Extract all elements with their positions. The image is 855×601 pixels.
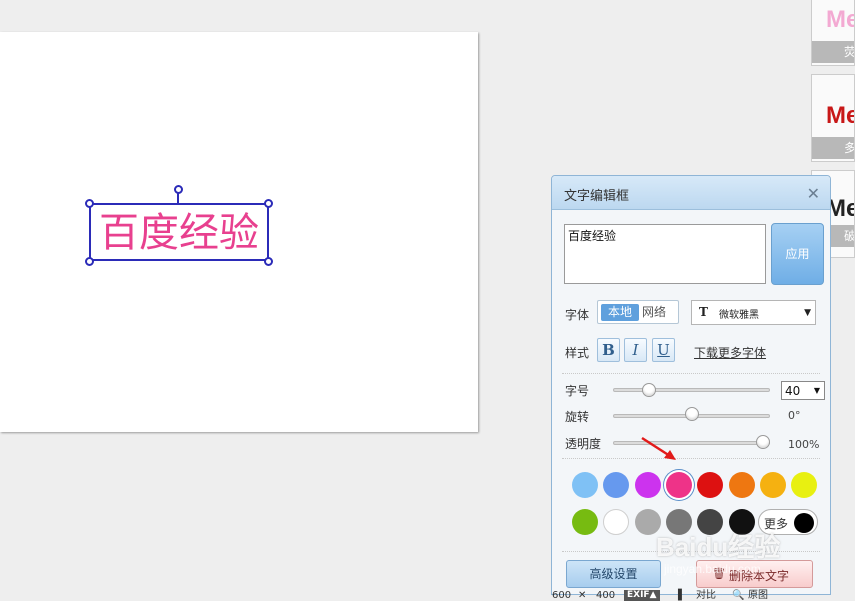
download-fonts-link[interactable]: 下载更多字体 [694,344,766,361]
size-label: 字号 [565,384,590,398]
font-icon: T [699,305,708,319]
font-source-local[interactable]: 本地 [601,304,639,321]
text-object-content: 百度经验 [99,210,259,256]
color-swatch[interactable] [603,472,630,498]
exif-button[interactable]: EXIF▲ [624,590,660,601]
style-card-label: 荧 [812,41,854,63]
style-card-label: 多 [812,137,854,159]
resize-handle-bottom-right[interactable] [264,257,273,266]
font-source-toggle: 本地 网络 [597,300,679,324]
style-card-glow[interactable]: Me 荧 [811,0,855,66]
color-swatch[interactable] [572,509,598,535]
font-family-select[interactable]: T 微软雅黑 ▼ [691,300,816,325]
color-swatch[interactable] [634,472,661,498]
status-bar: 600 ✕ 400 EXIF▲ ▌ 对比 🔍 原图 [552,590,852,601]
resize-handle-top-right[interactable] [264,199,273,208]
advanced-settings-button[interactable]: 高级设置 [566,560,661,588]
color-swatch[interactable] [697,472,724,498]
font-family-value: 微软雅黑 [719,310,759,321]
rotate-handle[interactable] [174,185,183,194]
color-swatch[interactable] [603,509,630,535]
dialog-header[interactable]: 文字编辑框 ✕ [552,176,830,210]
size-slider[interactable] [613,388,770,392]
font-source-network[interactable]: 网络 [642,304,666,321]
color-swatch[interactable] [759,472,786,498]
rotate-slider-thumb[interactable] [684,407,699,421]
apply-button[interactable]: 应用 [771,223,824,285]
underline-button[interactable]: U [652,338,675,362]
font-label: 字体 [565,308,590,322]
image-height: 400 [596,590,616,601]
search-icon: 🔍 [732,590,745,601]
text-object[interactable]: 百度经验 [89,203,269,261]
rotate-label: 旋转 [565,410,590,424]
opacity-slider-thumb[interactable] [756,435,770,449]
style-card-preview: Me [826,6,854,33]
chevron-down-icon: ▼ [813,386,820,395]
close-icon[interactable]: ✕ [807,184,820,203]
opacity-value: 100% [788,438,820,451]
watermark-url: jingyan.baidu.com [664,562,761,576]
color-swatch[interactable] [665,472,692,498]
size-select[interactable]: 40 ▼ [781,381,825,400]
rotate-value: 0° [788,409,801,422]
opacity-label: 透明度 [565,437,602,451]
contrast-button[interactable]: 对比 [696,590,716,601]
size-value: 40 [785,384,801,398]
color-swatch[interactable] [728,472,755,498]
size-slider-thumb[interactable] [641,383,656,397]
divider [562,458,820,459]
resize-handle-top-left[interactable] [85,199,94,208]
original-button[interactable]: 原图 [748,590,768,601]
opacity-slider[interactable] [613,441,770,445]
style-card-multi[interactable]: Me 多 [811,74,855,162]
divider [562,373,820,374]
dialog-title: 文字编辑框 [564,189,630,204]
watermark-logo: Baidu经验 [656,532,781,562]
image-width: 600 [552,590,572,601]
color-swatch[interactable] [572,472,598,498]
chevron-down-icon: ▼ [804,308,811,318]
italic-button[interactable]: I [624,338,647,362]
current-color-dot [794,513,814,533]
bold-button[interactable]: B [597,338,620,362]
text-input[interactable]: 百度经验 [564,224,766,284]
style-card-preview: Me [826,102,854,129]
style-label: 样式 [565,346,590,360]
annotation-arrow-icon [641,436,676,460]
contrast-icon: ▌ [678,590,686,601]
color-swatch[interactable] [791,472,818,498]
times-icon: ✕ [578,590,587,601]
resize-handle-bottom-left[interactable] [85,257,94,266]
